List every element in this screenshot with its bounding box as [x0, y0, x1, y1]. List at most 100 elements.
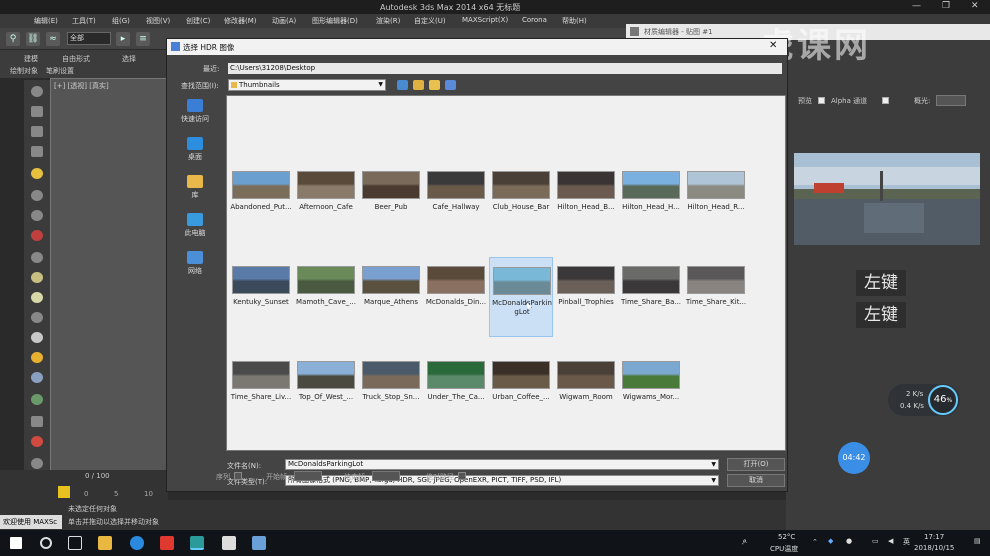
unlink-icon[interactable]: ⛓ — [26, 32, 40, 46]
file-explorer-icon[interactable] — [98, 536, 112, 550]
ribbon-tab-paint-objects[interactable]: 绘制对象 — [10, 66, 38, 76]
place-quick-access[interactable]: 快速访问 — [177, 99, 213, 124]
file-item[interactable]: Marque_Athens — [359, 257, 423, 337]
bind-icon[interactable]: ≈ — [46, 32, 60, 46]
brush-icon[interactable] — [31, 458, 43, 469]
file-item[interactable]: McDonalds_Din... — [424, 257, 488, 337]
open-button[interactable]: 打开(O) — [727, 458, 785, 471]
up-folder-icon[interactable] — [413, 80, 424, 90]
file-item[interactable]: Top_Of_West_... — [294, 352, 358, 432]
browser-icon[interactable] — [130, 536, 144, 550]
dialog-close-icon[interactable]: ✕ — [769, 40, 777, 51]
geosphere-icon[interactable] — [31, 372, 43, 383]
absolute-path-checkbox[interactable] — [458, 472, 466, 480]
place-network[interactable]: 网络 — [177, 251, 213, 276]
select-by-name-icon[interactable]: ≡ — [136, 32, 150, 46]
place-libraries[interactable]: 库 — [177, 175, 213, 200]
menu-modifiers[interactable]: 修改器(M) — [224, 16, 257, 26]
selection-filter-dropdown[interactable]: 全部 — [67, 32, 111, 45]
paint-icon[interactable] — [31, 436, 43, 447]
alpha-checkbox[interactable] — [882, 97, 889, 104]
file-item[interactable]: Hilton_Head_B... — [554, 162, 618, 242]
spline-icon[interactable] — [31, 210, 43, 221]
plant-icon[interactable] — [31, 394, 43, 405]
new-folder-icon[interactable] — [429, 80, 440, 90]
menu-view[interactable]: 视图(V) — [146, 16, 170, 26]
ribbon-tab-modeling[interactable]: 建模 — [24, 54, 38, 64]
ribbon-tab-freeform[interactable]: 自由形式 — [62, 54, 90, 64]
link-icon[interactable]: ⚲ — [6, 32, 20, 46]
file-item[interactable]: Abandoned_Put... — [229, 162, 293, 242]
sun-icon[interactable] — [31, 352, 43, 363]
tray-app-icon[interactable]: ● — [846, 537, 852, 545]
file-item[interactable]: Under_The_Ca... — [424, 352, 488, 432]
place-this-pc[interactable]: 此电脑 — [177, 213, 213, 238]
lookin-dropdown[interactable]: Thumbnails ▼ — [228, 79, 386, 91]
cylinder-icon[interactable] — [31, 252, 43, 263]
file-item[interactable]: Truck_Stop_Sn... — [359, 352, 423, 432]
recent-path-field[interactable]: C:\Users\31208\Desktop — [228, 63, 782, 74]
maxscript-listener[interactable]: 欢迎使用 MAXSc — [0, 515, 62, 529]
menu-create[interactable]: 创建(C) — [186, 16, 210, 26]
person-icon[interactable]: ዶ — [742, 538, 747, 547]
filename-input[interactable]: McDonaldsParkingLot ▼ — [285, 459, 719, 470]
task-view-icon[interactable] — [68, 536, 82, 550]
file-item[interactable]: Kentuky_Sunset — [229, 257, 293, 337]
app-red-icon[interactable] — [160, 536, 174, 550]
network-tray-icon[interactable]: ▭ — [872, 537, 879, 545]
menu-tools[interactable]: 工具(T) — [72, 16, 96, 26]
menu-animation[interactable]: 动画(A) — [272, 16, 296, 26]
file-item[interactable]: Wigwams_Mor... — [619, 352, 683, 432]
file-item[interactable]: Time_Share_Liv... — [229, 352, 293, 432]
menu-help[interactable]: 帮助(H) — [562, 16, 587, 26]
sequence-checkbox[interactable] — [234, 472, 242, 480]
windows-start-icon[interactable] — [10, 537, 22, 549]
file-item[interactable]: Cafe_Hallway — [424, 162, 488, 242]
box-icon[interactable] — [31, 106, 43, 117]
modifier-icon[interactable] — [31, 230, 43, 241]
file-item[interactable]: McDonaldsParkingLot — [489, 257, 553, 337]
time-slider[interactable]: 0 / 100 0 5 10 — [0, 470, 168, 500]
menu-customize[interactable]: 自定义(U) — [414, 16, 446, 26]
viewport-label[interactable]: [+] [透视] [真实] — [54, 81, 109, 91]
torus-icon[interactable] — [31, 272, 43, 283]
3dsmax-taskbar-icon[interactable] — [190, 536, 204, 550]
minimize-icon[interactable]: — — [912, 1, 921, 11]
cancel-button[interactable]: 取消 — [727, 474, 785, 487]
file-item[interactable]: Time_Share_Kit... — [684, 257, 748, 337]
notifications-icon[interactable]: ▤ — [974, 537, 981, 545]
particles-icon[interactable] — [31, 416, 43, 427]
shield-icon[interactable]: ◆ — [828, 537, 833, 545]
file-item[interactable]: Hilton_Head_R... — [684, 162, 748, 242]
light-icon[interactable] — [31, 168, 43, 179]
menu-corona[interactable]: Corona — [522, 16, 547, 24]
maximize-icon[interactable]: ❐ — [942, 1, 950, 11]
capsule-icon[interactable] — [31, 312, 43, 323]
app-white-icon[interactable] — [222, 536, 236, 550]
shape-icon[interactable] — [31, 190, 43, 201]
ribbon-tab-selection[interactable]: 选择 — [122, 54, 136, 64]
time-slider-handle[interactable] — [58, 486, 70, 498]
view-menu-icon[interactable] — [445, 80, 456, 90]
chevron-up-icon[interactable]: ⌃ — [812, 538, 818, 546]
preview-checkbox[interactable] — [818, 97, 825, 104]
clock-time[interactable]: 17:17 — [924, 533, 944, 541]
file-item[interactable]: Urban_Coffee_... — [489, 352, 553, 432]
menu-maxscript[interactable]: MAXScript(X) — [462, 16, 508, 24]
perspective-viewport[interactable]: [+] [透视] [真实] — [50, 78, 168, 478]
ime-indicator[interactable]: 英 — [903, 537, 910, 547]
search-icon[interactable] — [40, 537, 52, 549]
place-desktop[interactable]: 桌面 — [177, 137, 213, 162]
end-frame-spinner[interactable] — [372, 471, 400, 481]
gamma-spinner[interactable] — [936, 95, 966, 106]
file-item[interactable]: Beer_Pub — [359, 162, 423, 242]
file-item[interactable]: Mamoth_Cave_... — [294, 257, 358, 337]
cone-icon[interactable] — [31, 332, 43, 343]
close-app-icon[interactable]: ✕ — [971, 1, 979, 11]
menu-graph-editors[interactable]: 图形编辑器(D) — [312, 16, 358, 26]
back-icon[interactable] — [397, 80, 408, 90]
teapot-icon[interactable] — [31, 86, 43, 97]
file-item[interactable]: Wigwam_Room — [554, 352, 618, 432]
start-frame-spinner[interactable] — [294, 471, 322, 481]
file-item[interactable]: Time_Share_Ba... — [619, 257, 683, 337]
